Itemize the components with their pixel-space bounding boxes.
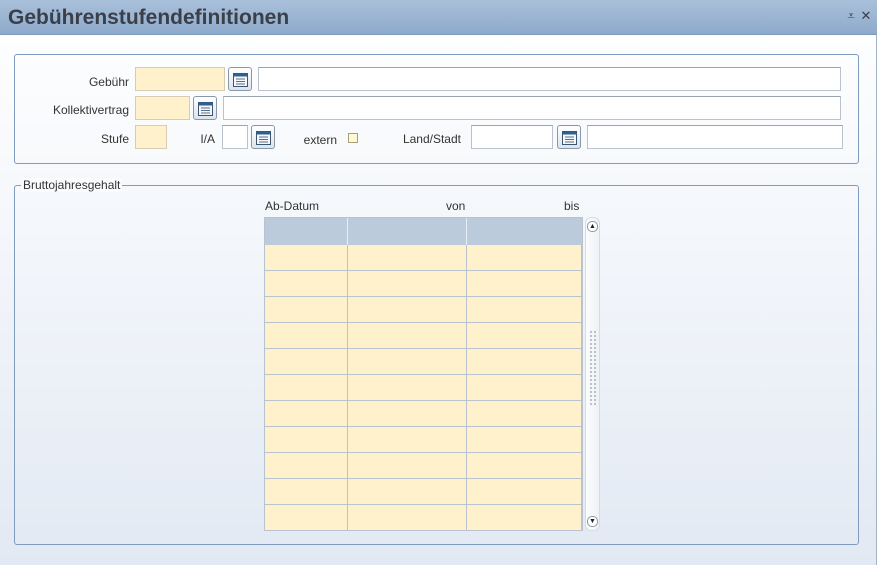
grid-cell[interactable] — [265, 505, 348, 531]
grid-cell[interactable] — [348, 427, 467, 453]
land-stadt-code-input[interactable] — [471, 125, 553, 149]
close-icon[interactable]: ✕ — [860, 9, 872, 23]
window-title: Gebührenstufendefinitionen — [8, 6, 290, 29]
ia-lookup-button[interactable] — [251, 125, 275, 149]
ia-label: I/A — [200, 132, 215, 146]
gebuehr-label: Gebühr — [88, 75, 129, 89]
grid-cell[interactable] — [348, 297, 467, 323]
grid-cell[interactable] — [348, 505, 467, 531]
grid-cell[interactable] — [467, 271, 582, 297]
scroll-up-icon[interactable]: ▲ — [587, 221, 598, 232]
calendar-lookup-icon — [256, 131, 271, 145]
grid-cell[interactable] — [348, 401, 467, 427]
calendar-lookup-icon — [562, 131, 577, 145]
grid-cell[interactable] — [467, 401, 582, 427]
land-stadt-description-input[interactable] — [587, 125, 843, 149]
kollektivvertrag-code-input[interactable] — [135, 96, 190, 120]
grid-cell[interactable] — [467, 453, 582, 479]
salary-grid — [264, 217, 583, 531]
kollektivvertrag-label: Kollektivertrag — [52, 103, 129, 117]
grid-header-divider — [347, 218, 348, 245]
grid-cell[interactable] — [348, 349, 467, 375]
stufe-input[interactable] — [135, 125, 167, 149]
ia-input[interactable] — [222, 125, 248, 149]
grid-cell[interactable] — [348, 453, 467, 479]
grid-cell[interactable] — [348, 323, 467, 349]
grid-cell[interactable] — [265, 479, 348, 505]
kollektivvertrag-description-input[interactable] — [223, 96, 841, 120]
grid-cell[interactable] — [467, 427, 582, 453]
grid-cell[interactable] — [467, 245, 582, 271]
grid-cell[interactable] — [265, 453, 348, 479]
gebuehr-description-input[interactable] — [258, 67, 841, 91]
calendar-lookup-icon — [198, 102, 213, 116]
grid-cell[interactable] — [265, 349, 348, 375]
calendar-lookup-icon — [233, 73, 248, 87]
grid-cell[interactable] — [467, 349, 582, 375]
grid-cell[interactable] — [467, 375, 582, 401]
grid-cell[interactable] — [348, 271, 467, 297]
grid-header-divider — [466, 218, 467, 245]
grid-cell[interactable] — [348, 479, 467, 505]
extern-checkbox[interactable] — [348, 133, 358, 143]
grid-cell[interactable] — [467, 297, 582, 323]
gebuehr-code-input[interactable] — [135, 67, 225, 91]
gebuehr-lookup-button[interactable] — [228, 67, 252, 91]
column-header-von: von — [446, 199, 466, 213]
grid-cell[interactable] — [467, 505, 582, 531]
grid-cell[interactable] — [265, 297, 348, 323]
title-bar: Gebührenstufendefinitionen ⩡ ✕ — [0, 0, 877, 35]
extern-label: extern — [303, 133, 337, 147]
scroll-grip[interactable] — [589, 330, 596, 406]
grid-cell[interactable] — [265, 375, 348, 401]
land-stadt-label: Land/Stadt — [402, 132, 461, 146]
grid-cell[interactable] — [265, 323, 348, 349]
grid-header-row — [265, 218, 582, 245]
grid-cell[interactable] — [265, 245, 348, 271]
column-header-ab-datum: Ab-Datum — [265, 199, 320, 213]
minimize-icon[interactable]: ⩡ — [845, 9, 857, 23]
window: Gebührenstufendefinitionen ⩡ ✕ Gebühr Ko… — [0, 0, 877, 565]
grid-cell[interactable] — [265, 427, 348, 453]
grid-cell[interactable] — [467, 479, 582, 505]
grid-cell[interactable] — [265, 271, 348, 297]
grid-cell[interactable] — [467, 323, 582, 349]
salary-legend: Bruttojahresgehalt — [21, 178, 123, 192]
header-fieldset: Gebühr Kollektivertrag Stufe I/A extern … — [14, 54, 859, 164]
grid-cell[interactable] — [348, 245, 467, 271]
stufe-label: Stufe — [100, 132, 129, 146]
grid-cell[interactable] — [265, 401, 348, 427]
land-stadt-lookup-button[interactable] — [557, 125, 581, 149]
grid-scrollbar[interactable]: ▲ ▼ — [585, 217, 600, 531]
scroll-down-icon[interactable]: ▼ — [587, 516, 598, 527]
kollektivvertrag-lookup-button[interactable] — [193, 96, 217, 120]
grid-cell[interactable] — [348, 375, 467, 401]
column-header-bis: bis — [564, 199, 580, 213]
